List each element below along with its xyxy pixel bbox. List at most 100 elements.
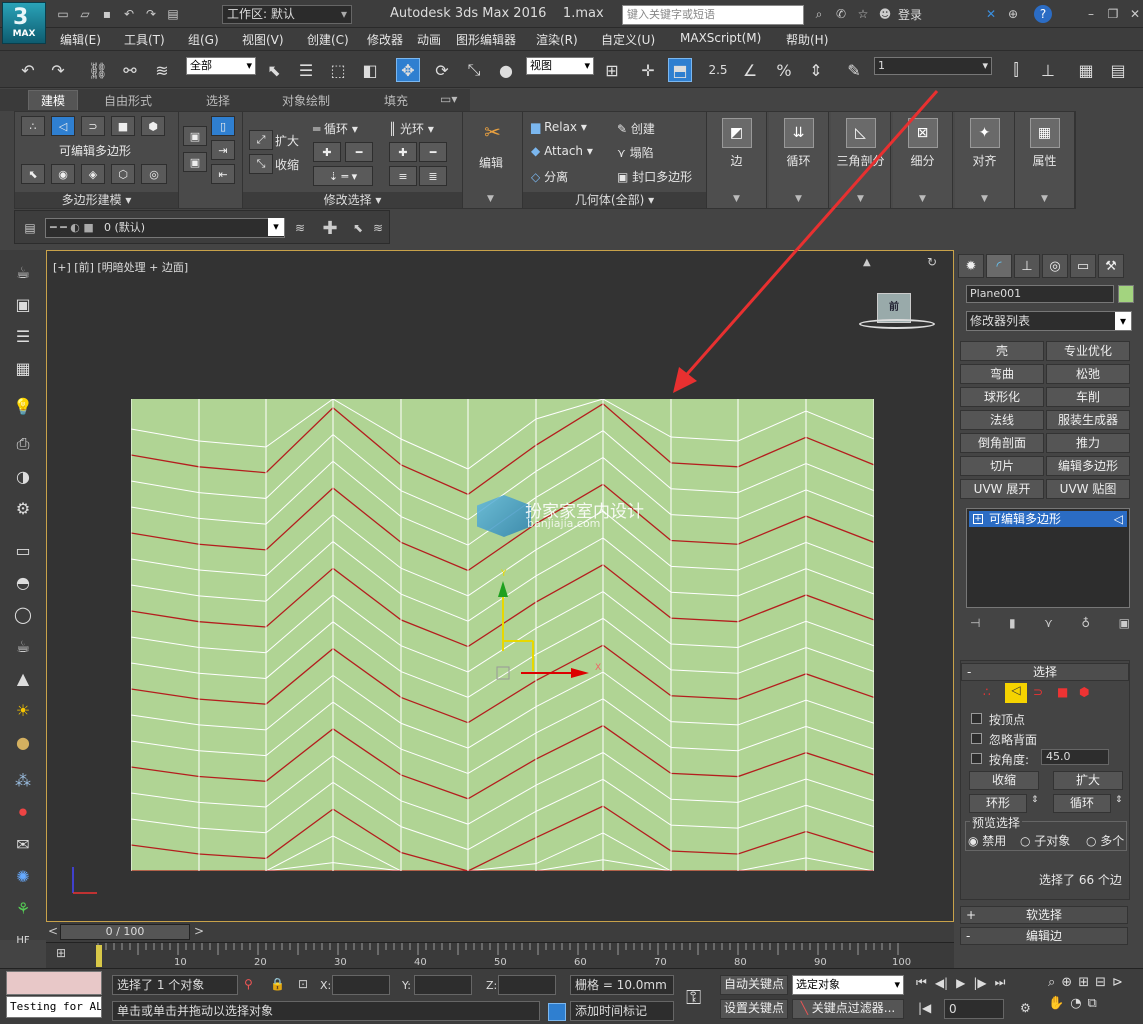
ring-spinner-icon[interactable]: ⇕	[1031, 795, 1039, 805]
rotate-icon[interactable]: ⟳	[430, 58, 454, 82]
edit-named-selection-icon[interactable]: ✎	[842, 58, 866, 82]
tab-selection[interactable]: 选择	[206, 92, 230, 109]
shrink-button[interactable]: 收缩	[969, 771, 1039, 790]
next-frame-icon[interactable]: >	[194, 924, 204, 938]
render-frame-icon[interactable]: ▣	[11, 292, 35, 316]
ring-shrink-icon[interactable]: ━	[419, 142, 447, 162]
modifier-shell-button[interactable]: 壳	[960, 341, 1044, 361]
modifier-uvw-map-button[interactable]: UVW 贴图	[1046, 479, 1130, 499]
cart-icon[interactable]: ⊕	[1004, 5, 1022, 23]
time-tag-icon[interactable]	[548, 1003, 566, 1021]
stack-item-editable-poly[interactable]: + 可编辑多边形 ◁	[969, 511, 1127, 527]
select-in-layer-icon[interactable]: ⬉	[349, 219, 367, 237]
modifier-normal-button[interactable]: 法线	[960, 410, 1044, 430]
key-selection-set-select[interactable]: 选定对象	[792, 975, 904, 995]
bind-space-warp-icon[interactable]: ≋	[150, 58, 174, 82]
scene-list-icon[interactable]: ☰	[11, 324, 35, 348]
menu-graph-editors[interactable]: 图形编辑器	[456, 31, 516, 48]
track-bar[interactable]: 10 20 30 40 50 60 70 80 90 100	[46, 942, 954, 968]
zoom-extents-icon[interactable]: ⊞	[1078, 975, 1089, 990]
object-color-swatch[interactable]	[1118, 285, 1134, 303]
group-edit[interactable]: ✂ 编辑 ▼	[463, 112, 523, 208]
loop-mode-icon[interactable]: ⇣ ═ ▾	[313, 166, 373, 186]
modifier-bend-button[interactable]: 弯曲	[960, 364, 1044, 384]
y-coordinate-field[interactable]	[414, 975, 472, 995]
shrink-icon[interactable]: ⤡	[249, 154, 273, 174]
tab-modeling[interactable]: 建模	[28, 90, 79, 110]
undo-icon[interactable]: ↶	[16, 58, 40, 82]
relax-button[interactable]: ▆ Relax ▾	[531, 120, 587, 134]
tab-object-paint[interactable]: 对象绘制	[282, 92, 330, 109]
window-crossing-icon[interactable]: ◧	[358, 58, 382, 82]
maxscript-listener-input[interactable]: Testing for AL	[6, 996, 102, 1018]
show-end-result-icon[interactable]: ◈	[81, 164, 105, 184]
preview-off-radio[interactable]: ◉ 禁用	[968, 832, 1006, 849]
unlink-icon[interactable]: ⚯	[118, 58, 142, 82]
hierarchy-tab-icon[interactable]: ⊥	[1014, 254, 1040, 278]
utilities-tab-icon[interactable]: ⚒	[1098, 254, 1124, 278]
x-coordinate-field[interactable]	[332, 975, 390, 995]
time-slider[interactable]: 0 / 100	[60, 924, 190, 940]
modifier-prooptimizer-button[interactable]: 专业优化	[1046, 341, 1130, 361]
modify-mode-icon[interactable]: ⬉	[21, 164, 45, 184]
configure-sets-icon[interactable]: ▣	[1119, 616, 1130, 630]
menu-views[interactable]: 视图(V)	[242, 31, 284, 48]
current-frame-marker[interactable]	[96, 945, 102, 967]
collapse-button[interactable]: ⋎ 塌陷	[617, 144, 654, 161]
redo-icon[interactable]: ↷	[46, 58, 70, 82]
cone-icon[interactable]: ▲	[11, 666, 35, 690]
show-end-result-icon[interactable]: ▮	[1009, 616, 1016, 630]
create-tab-icon[interactable]: ✹	[958, 254, 984, 278]
shrink-button[interactable]: 收缩	[275, 156, 299, 173]
close-icon[interactable]: ✕	[1126, 5, 1143, 23]
detach-button[interactable]: ◇ 分离	[531, 168, 568, 185]
pan-icon[interactable]: ✋	[1048, 996, 1064, 1011]
ignore-backfacing-checkbox[interactable]	[971, 733, 982, 744]
time-config-icon[interactable]: ⚙	[1020, 1001, 1031, 1015]
workspace-select[interactable]: 工作区: 默认	[222, 5, 352, 24]
restore-icon[interactable]: ❐	[1104, 5, 1122, 23]
object-name-field[interactable]: Plane001	[966, 285, 1114, 303]
align-panel-button[interactable]: ✦ 对齐 ▼	[955, 112, 1015, 208]
mirror-icon[interactable]: ⫿	[1004, 58, 1028, 82]
snaps-toggle[interactable]: 2.5	[706, 58, 730, 82]
menu-rendering[interactable]: 渲染(R)	[536, 31, 578, 48]
by-angle-checkbox[interactable]	[971, 753, 982, 764]
angle-snap-icon[interactable]: ∠	[738, 58, 762, 82]
box-icon[interactable]: ▭	[11, 538, 35, 562]
modifier-uvw-unwrap-button[interactable]: UVW 展开	[960, 479, 1044, 499]
select-object-icon[interactable]: ⬉	[262, 58, 286, 82]
new-file-icon[interactable]: ▭	[54, 5, 72, 23]
menu-maxscript[interactable]: MAXScript(M)	[680, 31, 761, 45]
disc-icon[interactable]: ●	[11, 730, 35, 754]
ribbon-options-icon[interactable]: ▭▾	[440, 92, 457, 106]
prev-frame-icon[interactable]: <	[48, 924, 58, 938]
torus-icon[interactable]: ◯	[11, 602, 35, 626]
display-tab-icon[interactable]: ▭	[1070, 254, 1096, 278]
play-icon[interactable]: ▶	[956, 976, 965, 990]
next-mod-icon[interactable]: ▣	[183, 152, 207, 172]
flower-icon[interactable]: ✺	[11, 864, 35, 888]
edge-subobject-icon[interactable]: ◁	[1005, 683, 1027, 703]
field-of-view-icon[interactable]: ⊳	[1112, 975, 1123, 990]
pivot-center-icon[interactable]: ⊞	[600, 58, 624, 82]
communication-icon[interactable]: ✆	[832, 5, 850, 23]
loop-spinner-icon[interactable]: ⇕	[1115, 795, 1123, 805]
polygon-subobject-icon[interactable]: ■	[1057, 685, 1068, 699]
motion-tab-icon[interactable]: ◎	[1042, 254, 1068, 278]
border-subobject-icon[interactable]: ⊃	[1033, 685, 1043, 699]
orbit-icon[interactable]: ◔	[1070, 996, 1081, 1011]
ring-mode-icon[interactable]: ≡	[389, 166, 417, 186]
lock-icon[interactable]: 🔒	[270, 977, 285, 991]
modifier-garment-button[interactable]: 服装生成器	[1046, 410, 1130, 430]
menu-group[interactable]: 组(G)	[188, 31, 219, 48]
particles-icon[interactable]: ⁂	[11, 768, 35, 792]
menu-create[interactable]: 创建(C)	[307, 31, 349, 48]
table-icon[interactable]: ▦	[11, 356, 35, 380]
selection-rollout-header[interactable]: - 选择	[961, 663, 1129, 681]
search-input[interactable]: 键入关键字或短语	[622, 5, 804, 25]
open-file-icon[interactable]: ▱	[76, 5, 94, 23]
make-unique-icon[interactable]: ⋎	[1044, 616, 1053, 630]
pin-stack-icon[interactable]: ⊣	[970, 616, 980, 630]
menu-help[interactable]: 帮助(H)	[786, 31, 828, 48]
